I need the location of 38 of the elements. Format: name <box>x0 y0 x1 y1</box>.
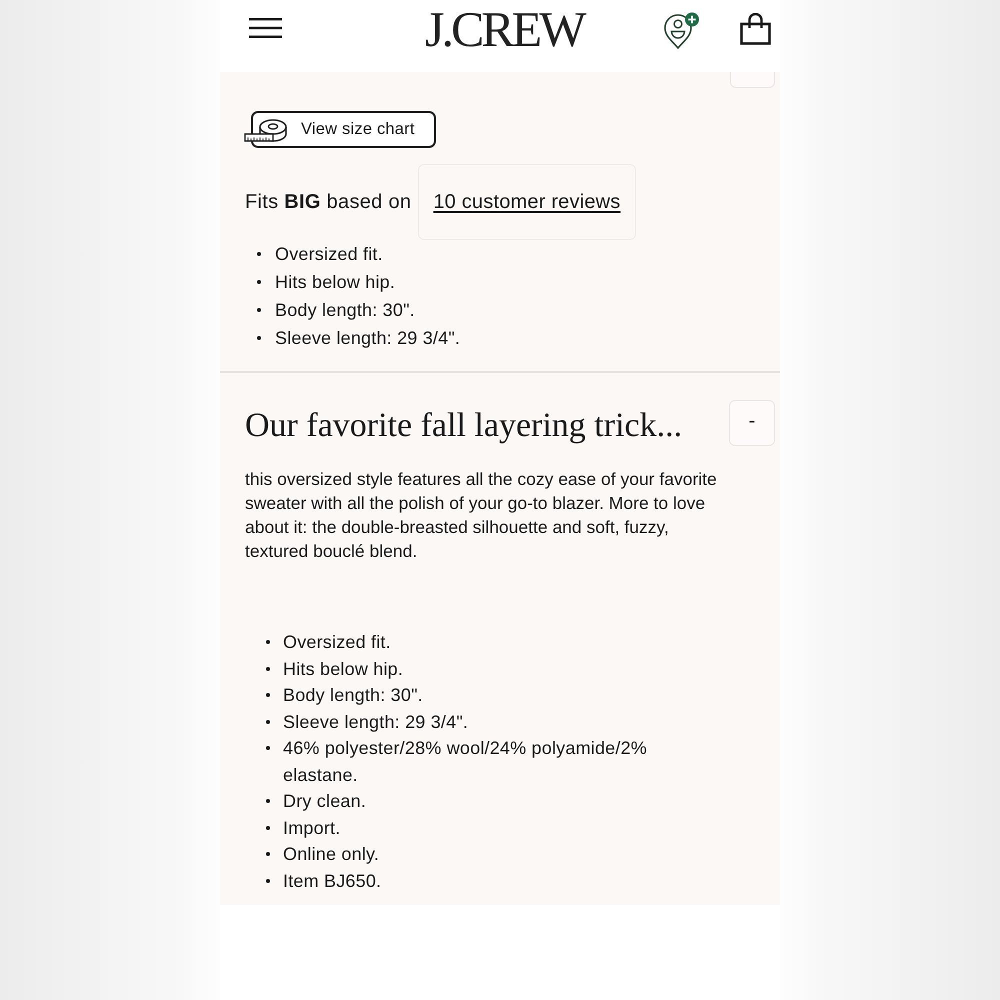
bullet-icon <box>257 280 261 284</box>
bullet-icon <box>266 720 270 724</box>
bullet-icon <box>257 308 261 312</box>
bullet-icon <box>266 799 270 803</box>
reviews-link[interactable]: 10 customer reviews <box>418 164 636 240</box>
collapse-toggle[interactable]: - <box>729 400 775 446</box>
detail-text: Item BJ650. <box>283 870 382 892</box>
bullet-icon <box>266 826 270 830</box>
bullet-icon <box>266 693 270 697</box>
detail-text: Sleeve length: 29 3/4". <box>283 710 468 734</box>
detail-text: Hits below hip. <box>283 658 404 681</box>
bullet-icon <box>266 878 270 882</box>
fit-summary: Fits BIG based on <box>245 190 412 214</box>
description-text: this oversized style features all the cozy ease of your favorite sweater with all the polish of your go-to blazer. More to love about it: the double-breasted silhouette and soft, fuzzy, textured bouclé blend. <box>245 468 718 563</box>
detail-text: Sleeve length: 29 3/4". <box>275 327 460 350</box>
bullet-icon <box>266 746 270 750</box>
bullet-icon <box>266 666 270 670</box>
size-chart-button[interactable]: View size chart <box>251 111 436 148</box>
detail-text: Body length: 30". <box>283 684 423 707</box>
bullet-icon <box>266 640 270 644</box>
bullet-icon <box>257 336 261 340</box>
bullet-icon <box>266 852 270 856</box>
detail-text: Oversized fit. <box>283 631 391 654</box>
detail-text: Dry clean. <box>283 790 366 813</box>
person-pin-icon[interactable] <box>662 12 700 50</box>
menu-icon[interactable] <box>249 18 282 38</box>
brand-logo[interactable]: J.CREW <box>425 4 584 54</box>
tape-measure-icon <box>244 118 288 143</box>
detail-text: Import. <box>283 816 340 840</box>
detail-text: Online only. <box>283 843 380 866</box>
detail-text: Oversized fit. <box>275 243 383 266</box>
shopping-bag-icon[interactable] <box>740 13 771 45</box>
accordion-toggle[interactable] <box>730 72 775 88</box>
detail-text: Hits below hip. <box>275 271 396 294</box>
section-title: Our favorite fall layering trick... <box>245 406 682 446</box>
bullet-icon <box>257 252 261 256</box>
detail-text: Body length: 30". <box>275 299 415 322</box>
detail-text: 46% polyester/28% wool/24% polyamide/2% elastane. <box>283 737 648 786</box>
